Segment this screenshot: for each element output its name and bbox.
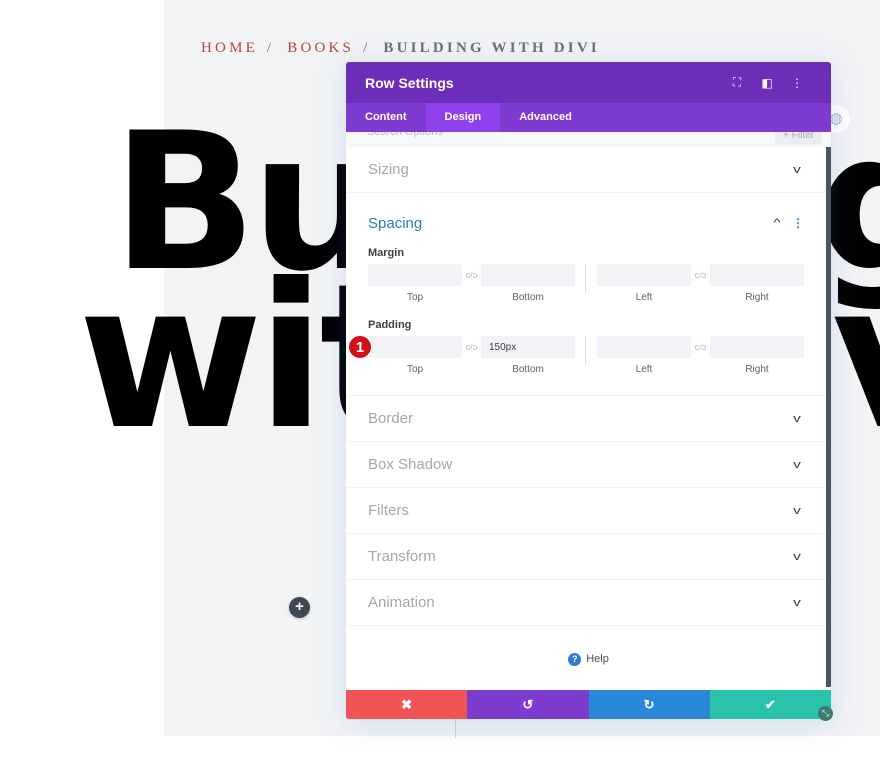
margin-bottom-label: Bottom bbox=[512, 292, 544, 303]
redo-button[interactable]: ↻ bbox=[588, 690, 710, 719]
chevron-down-icon[interactable]: v bbox=[787, 459, 807, 471]
padding-right-label: Right bbox=[745, 364, 769, 375]
chevron-down-icon[interactable]: v bbox=[787, 505, 807, 517]
section-title: Sizing bbox=[368, 161, 409, 178]
chevron-down-icon[interactable]: v bbox=[787, 413, 807, 425]
modal-header[interactable]: Row Settings ⛶ ◧ ⋮ bbox=[346, 62, 831, 103]
breadcrumb-home[interactable]: HOME bbox=[201, 40, 258, 56]
breadcrumb-separator: / bbox=[363, 40, 371, 56]
section-title: Transform bbox=[368, 548, 436, 565]
padding-right-input[interactable] bbox=[710, 336, 804, 358]
section-title: Filters bbox=[368, 502, 409, 519]
help-icon: ? bbox=[568, 652, 582, 666]
padding-label: Padding bbox=[368, 319, 412, 331]
section-options-icon[interactable]: ⋮ bbox=[792, 216, 804, 230]
margin-top-input[interactable] bbox=[368, 264, 462, 286]
tab-advanced[interactable]: Advanced bbox=[500, 103, 591, 132]
more-options-icon[interactable]: ⋮ bbox=[782, 76, 812, 90]
undo-button[interactable]: ↺ bbox=[467, 690, 589, 719]
margin-label: Margin bbox=[368, 247, 405, 259]
margin-right-input[interactable] bbox=[710, 264, 804, 286]
modal-footer: ✖ ↺ ↻ ✔ bbox=[346, 690, 831, 719]
link-icon[interactable]: c/ɔ bbox=[691, 264, 710, 286]
section-filters[interactable]: Filters v bbox=[346, 488, 826, 534]
section-box-shadow[interactable]: Box Shadow v bbox=[346, 442, 826, 488]
breadcrumb: HOME / BOOKS / BUILDING WITH DIVI bbox=[201, 40, 600, 57]
field-divider bbox=[585, 336, 586, 364]
margin-right-label: Right bbox=[745, 292, 769, 303]
step-badge: 1 bbox=[348, 335, 372, 359]
cancel-button[interactable]: ✖ bbox=[346, 690, 468, 719]
margin-top-label: Top bbox=[406, 292, 424, 303]
modal-title: Row Settings bbox=[365, 74, 454, 91]
link-icon[interactable]: c/ɔ bbox=[462, 336, 481, 358]
section-title: Box Shadow bbox=[368, 456, 453, 473]
padding-top-input[interactable] bbox=[368, 336, 462, 358]
section-animation[interactable]: Animation v bbox=[346, 580, 826, 626]
padding-top-label: Top bbox=[406, 364, 424, 375]
resize-handle-icon[interactable]: ⤡ bbox=[818, 706, 833, 721]
margin-left-input[interactable] bbox=[597, 264, 691, 286]
save-button[interactable]: ✔ bbox=[709, 690, 831, 719]
padding-fields: 1 Top c/ɔ Bottom bbox=[348, 335, 804, 375]
page-canvas: HOME / BOOKS / BUILDING WITH DIVI Buildi… bbox=[0, 0, 880, 783]
padding-bottom-label: Bottom bbox=[512, 364, 544, 375]
focus-icon[interactable]: ⛶ bbox=[722, 75, 752, 90]
margin-fields: Top c/ɔ Bottom Left c/ɔ Right bbox=[368, 264, 804, 303]
help-link[interactable]: ? Help bbox=[346, 626, 831, 692]
breadcrumb-books[interactable]: BOOKS bbox=[287, 40, 354, 56]
link-icon[interactable]: c/ɔ bbox=[691, 336, 710, 358]
link-icon[interactable]: c/ɔ bbox=[462, 264, 481, 286]
section-title[interactable]: Spacing bbox=[368, 215, 770, 232]
section-sizing[interactable]: Sizing v bbox=[346, 147, 826, 193]
tab-content[interactable]: Content bbox=[346, 103, 426, 132]
padding-left-input[interactable] bbox=[597, 336, 691, 358]
column-divider bbox=[455, 718, 456, 738]
scrollbar[interactable] bbox=[826, 147, 831, 687]
row-settings-modal: Row Settings ⛶ ◧ ⋮ Content Design Advanc… bbox=[346, 62, 831, 719]
filter-button[interactable]: + Filter bbox=[775, 132, 822, 144]
padding-bottom-input[interactable] bbox=[481, 336, 575, 358]
section-title: Border bbox=[368, 410, 414, 427]
chevron-up-icon[interactable]: ^ bbox=[767, 217, 787, 229]
margin-bottom-input[interactable] bbox=[481, 264, 575, 286]
breadcrumb-current: BUILDING WITH DIVI bbox=[383, 40, 600, 56]
section-transform[interactable]: Transform v bbox=[346, 534, 826, 580]
field-divider bbox=[585, 264, 586, 292]
search-options-input[interactable]: Search Options bbox=[367, 132, 443, 138]
add-module-button[interactable]: + bbox=[289, 597, 310, 618]
sidebar-layout-icon[interactable]: ◧ bbox=[752, 76, 782, 90]
section-title: Animation bbox=[368, 594, 435, 611]
chevron-down-icon[interactable]: v bbox=[787, 551, 807, 563]
section-spacing: Spacing ^ ⋮ Margin Top c/ɔ Bottom Left c… bbox=[346, 193, 826, 396]
modal-tabs: Content Design Advanced bbox=[346, 103, 831, 132]
breadcrumb-separator: / bbox=[266, 40, 275, 56]
help-label: Help bbox=[586, 653, 609, 665]
chevron-down-icon[interactable]: v bbox=[787, 597, 807, 609]
chevron-down-icon[interactable]: v bbox=[787, 164, 807, 176]
padding-left-label: Left bbox=[635, 364, 653, 375]
margin-left-label: Left bbox=[635, 292, 653, 303]
search-options-bar: Search Options + Filter bbox=[346, 132, 831, 147]
section-border[interactable]: Border v bbox=[346, 396, 826, 442]
tab-design[interactable]: Design bbox=[425, 103, 501, 132]
